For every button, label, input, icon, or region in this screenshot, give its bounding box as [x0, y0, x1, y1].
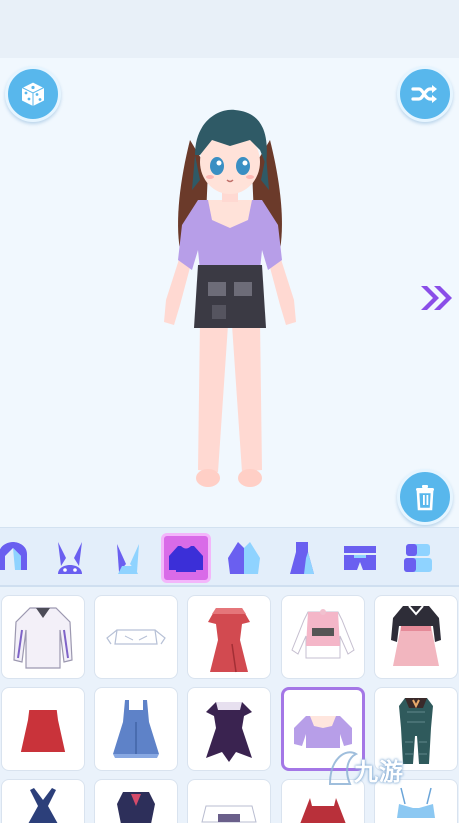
trash-icon [416, 485, 434, 511]
pink-sweater-item-icon [291, 609, 355, 659]
character-avatar [164, 109, 296, 487]
item-dark-gothic-dress[interactable] [187, 687, 271, 771]
blue-denim-dress-item-icon [113, 700, 159, 758]
item-white-off-shoulder-top[interactable] [187, 779, 271, 823]
dress-up-screen: 九游 [0, 0, 459, 823]
item-pink-sweater[interactable] [281, 595, 365, 679]
item-red-dress[interactable] [187, 595, 271, 679]
clear-outfit-button[interactable] [397, 469, 453, 525]
dress-category-icon [290, 542, 314, 574]
shorts-category-icon [344, 546, 376, 570]
red-dress-item-icon [208, 608, 250, 673]
shuffle-button[interactable] [397, 66, 453, 122]
white-off-shoulder-item-icon [201, 805, 257, 823]
dice-icon [20, 81, 46, 106]
item-white-sweatshirt[interactable] [1, 595, 85, 679]
shuffle-icon [411, 85, 437, 103]
pink-pinafore-item-icon [391, 605, 441, 666]
item-navy-sailor-dress[interactable] [94, 779, 178, 823]
top-category-icon [169, 546, 203, 572]
item-pink-pinafore[interactable] [374, 595, 458, 679]
navy-halter-item-icon [28, 788, 58, 823]
category-tab-bar [0, 527, 459, 587]
white-sweatshirt-item-icon [13, 607, 73, 669]
item-red-santa-dress[interactable] [1, 687, 85, 771]
red-santa-dress-item-icon [20, 695, 66, 758]
hair-category-icon [0, 542, 27, 570]
item-white-crop-top[interactable] [94, 595, 178, 679]
status-bar [0, 0, 459, 58]
tab-hair[interactable] [0, 533, 38, 583]
ears-category-icon [117, 544, 139, 574]
item-blue-denim-dress[interactable] [94, 687, 178, 771]
skirt-category-icon [404, 544, 432, 572]
bunny-ears-category-icon [58, 542, 82, 574]
tab-shorts[interactable] [335, 533, 385, 583]
navy-sailor-item-icon [117, 792, 155, 823]
tab-bunny-ears[interactable] [45, 533, 95, 583]
tab-dress[interactable] [277, 533, 327, 583]
tab-ears[interactable] [103, 533, 153, 583]
white-crop-top-item-icon [106, 629, 166, 645]
tab-skirt[interactable] [393, 533, 443, 583]
dark-gothic-dress-item-icon [206, 702, 252, 762]
double-chevron-right-icon[interactable] [419, 284, 455, 312]
item-navy-halter-dress[interactable] [1, 779, 85, 823]
tab-jacket[interactable] [219, 533, 269, 583]
watermark-text: 九游 [354, 758, 404, 786]
tab-top[interactable] [161, 533, 211, 583]
random-dice-button[interactable] [5, 66, 61, 122]
jacket-category-icon [228, 542, 260, 574]
